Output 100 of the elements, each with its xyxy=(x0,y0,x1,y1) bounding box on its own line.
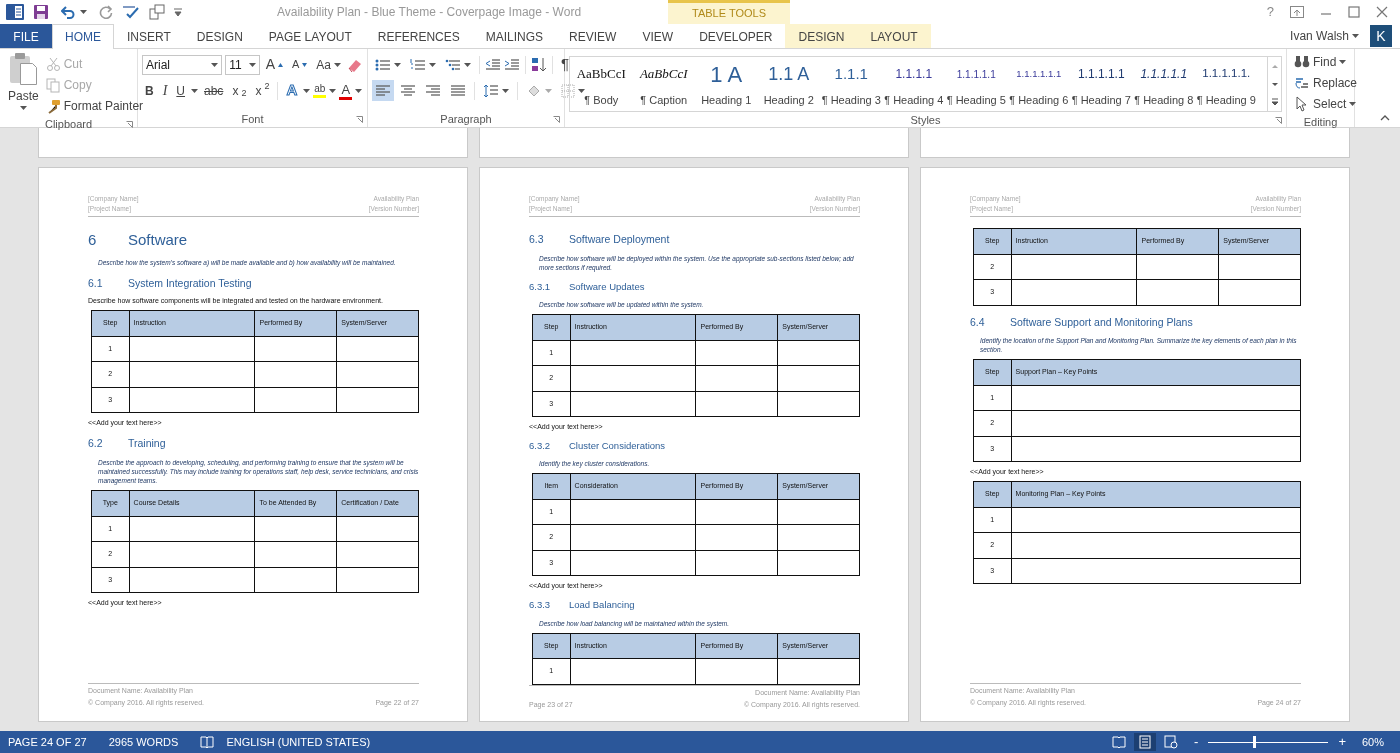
caret-icon xyxy=(80,10,87,14)
format-button[interactable]: x$_{2}$ xyxy=(229,80,250,101)
dialog-launcher-icon[interactable] xyxy=(356,116,363,123)
contextual-tab-header: TABLE TOOLS xyxy=(668,0,790,24)
zoom-slider-thumb[interactable] xyxy=(1252,736,1256,748)
list-button[interactable] xyxy=(407,56,439,73)
align-center-icon xyxy=(400,84,416,97)
ribbon-tab[interactable]: DESIGN xyxy=(183,24,256,48)
style-item[interactable]: AaBbCcI ¶ Caption xyxy=(632,57,695,111)
ribbon-tab[interactable]: DESIGN xyxy=(785,24,858,48)
caret-icon xyxy=(355,88,363,93)
increase-indent-icon[interactable] xyxy=(504,57,520,72)
style-item[interactable]: 1.1.1.1 ¶ Heading 4 xyxy=(882,57,945,111)
language-status[interactable]: ENGLISH (UNITED STATES) xyxy=(226,733,371,751)
help-button[interactable]: ? xyxy=(1266,2,1274,22)
caret-icon xyxy=(464,62,471,67)
multilevel-list-icon xyxy=(445,57,461,72)
dialog-launcher-icon[interactable] xyxy=(1275,117,1282,124)
caret-icon xyxy=(1339,60,1347,64)
undo-icon xyxy=(61,5,77,19)
caret-icon xyxy=(248,62,256,67)
font-size-field[interactable]: 11 xyxy=(225,54,260,75)
ribbon-tab[interactable]: REFERENCES xyxy=(364,24,473,48)
decrease-indent-icon[interactable] xyxy=(485,57,501,72)
ribbon-tab[interactable]: PAGE LAYOUT xyxy=(255,24,365,48)
ribbon-tab[interactable]: VIEW xyxy=(629,24,687,48)
proofing-icon[interactable] xyxy=(200,736,215,748)
editing-button[interactable]: Find xyxy=(1291,52,1361,72)
align-left-icon xyxy=(375,84,391,97)
style-name: ¶ Body xyxy=(584,92,619,108)
ribbon-tab[interactable]: REVIEW xyxy=(556,24,630,48)
font-color-button[interactable]: A xyxy=(339,81,353,100)
window-title: Availability Plan - Blue Theme - Coverpage Image - Word xyxy=(275,4,583,21)
ribbon-tab[interactable]: HOME xyxy=(52,24,114,49)
close-icon[interactable] xyxy=(1376,6,1388,18)
view-button[interactable] xyxy=(1134,733,1157,751)
style-preview: 1.1.1.1.1 xyxy=(1140,66,1188,83)
ribbon-tab[interactable]: INSERT xyxy=(114,24,184,48)
style-name: ¶ Heading 3 xyxy=(821,92,881,108)
style-preview: 1.1.1.1.1.1 xyxy=(1016,66,1062,81)
customize-caret-icon[interactable] xyxy=(174,8,182,16)
word-count[interactable]: 2965 WORDS xyxy=(108,733,179,751)
style-name: Heading 1 xyxy=(701,92,752,108)
zoom-in-button[interactable]: + xyxy=(1336,732,1348,752)
show-marks-button[interactable]: ¶ xyxy=(558,52,573,77)
ribbon-tab[interactable]: LAYOUT xyxy=(857,24,931,48)
format-button[interactable]: abc xyxy=(201,80,227,101)
font-name-field[interactable]: Arial xyxy=(142,54,223,75)
shrink-font-button[interactable]: A xyxy=(288,55,311,74)
numbering-icon xyxy=(410,57,426,72)
zoom-level[interactable]: 60% xyxy=(1361,733,1384,751)
ribbon-tab[interactable]: DEVELOPER xyxy=(686,24,786,48)
binoculars-icon xyxy=(1294,54,1310,70)
format-button[interactable]: I xyxy=(159,79,171,102)
style-preview: 1.1.1 xyxy=(834,63,868,84)
sort-icon[interactable] xyxy=(531,56,547,73)
undo-button[interactable] xyxy=(58,4,90,20)
highlight-button[interactable]: ab xyxy=(313,83,327,98)
heading-text: Cluster Considerations xyxy=(569,439,666,453)
document-logo-icon[interactable] xyxy=(6,3,24,21)
style-item[interactable]: AaBbCcI ¶ Body xyxy=(570,57,633,111)
align-button[interactable] xyxy=(372,80,394,101)
editing-button[interactable]: Select xyxy=(1291,94,1361,114)
replace-icon xyxy=(1294,75,1310,91)
dialog-launcher-icon[interactable] xyxy=(126,121,133,128)
format-button[interactable]: U xyxy=(173,80,188,101)
spelling-check-icon[interactable] xyxy=(122,4,140,20)
zoom-out-button[interactable]: - xyxy=(1192,732,1201,752)
maximize-icon[interactable] xyxy=(1348,6,1360,18)
style-item[interactable]: 1.1.1 ¶ Heading 3 xyxy=(820,57,883,111)
user-avatar[interactable]: K xyxy=(1370,25,1392,47)
style-preview: 1 A xyxy=(710,61,743,87)
style-name: ¶ Heading 5 xyxy=(946,92,1006,108)
style-preview: AaBbCcI xyxy=(639,65,688,84)
ribbon-display-icon[interactable] xyxy=(1290,6,1304,18)
style-item[interactable]: 1.1 A Heading 2 xyxy=(757,57,820,111)
paste-button[interactable]: Paste xyxy=(4,52,43,116)
redo-icon[interactable] xyxy=(99,5,113,19)
style-item[interactable]: 1.1.1.1.1.1 ¶ Heading 6 xyxy=(1007,57,1070,111)
editing-button[interactable]: Replace xyxy=(1291,73,1361,93)
ribbon-tab[interactable]: FILE xyxy=(0,24,52,48)
style-preview: AaBbCcI xyxy=(576,65,626,84)
grow-font-button[interactable]: A xyxy=(262,53,286,76)
group-label: Paragraph xyxy=(440,111,492,127)
save-icon[interactable] xyxy=(33,4,49,20)
style-item[interactable]: 1.1.1.1.1 ¶ Heading 5 xyxy=(945,57,1008,111)
format-button[interactable]: x$^{2}$ xyxy=(252,80,273,101)
collapse-ribbon-icon[interactable] xyxy=(1380,115,1390,121)
heading-text: Software Deployment xyxy=(569,232,670,247)
style-item[interactable]: 1.1.1.1.1. ¶ Heading 9 xyxy=(1195,57,1258,111)
style-item[interactable]: 1.1.1.1.1 ¶ Heading 7 xyxy=(1070,57,1133,111)
style-item[interactable]: 1.1.1.1.1 ¶ Heading 8 xyxy=(1132,57,1195,111)
account-menu[interactable]: Ivan Walsh xyxy=(1287,26,1362,46)
page-count[interactable]: PAGE 24 OF 27 xyxy=(8,733,87,751)
caret-icon xyxy=(334,62,341,67)
dialog-launcher-icon[interactable] xyxy=(553,116,560,123)
touch-mode-icon[interactable] xyxy=(149,4,165,20)
change-case-button[interactable]: Aa xyxy=(313,54,344,75)
style-item[interactable]: 1 A Heading 1 xyxy=(695,57,758,111)
ribbon-tab[interactable]: MAILINGS xyxy=(472,24,557,48)
